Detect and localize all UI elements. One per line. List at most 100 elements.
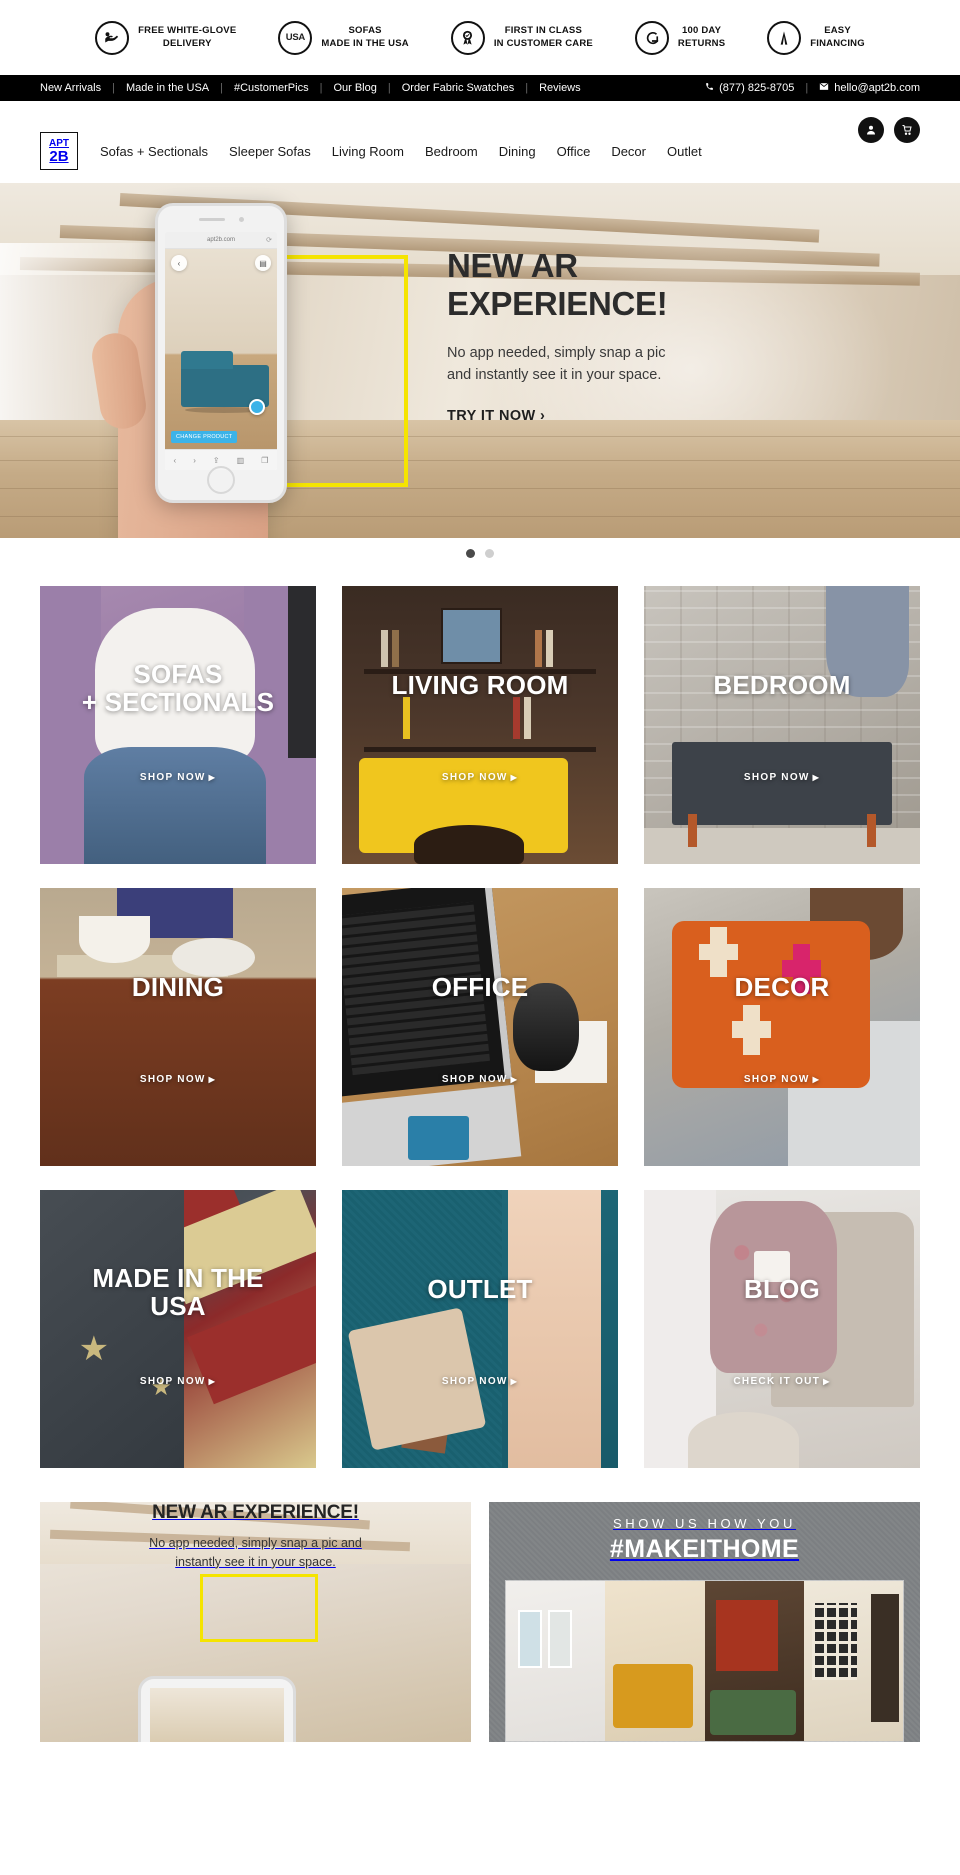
return-arrow-icon [634, 20, 669, 55]
tile-cta: SHOP NOW ▶ [139, 1376, 217, 1388]
trust-line-1: FREE WHITE-GLOVE [138, 24, 237, 36]
nav-item-sleeper-sofas[interactable]: Sleeper Sofas [229, 144, 311, 159]
util-link-new-arrivals[interactable]: New Arrivals [40, 82, 112, 94]
tile-label: BLOG [744, 1274, 820, 1305]
tile-image [342, 888, 618, 1166]
tile-cta: SHOP NOW ▶ [441, 1376, 519, 1388]
trust-badge-customer-care: FIRST IN CLASS IN CUSTOMER CARE [450, 20, 593, 55]
util-link-reviews[interactable]: Reviews [528, 82, 592, 94]
tile-cta: SHOP NOW ▶ [441, 1074, 519, 1086]
category-tile-dining[interactable]: DINING SHOP NOW ▶ [40, 888, 316, 1166]
back-arrow-icon: ‹ [171, 255, 187, 271]
util-link-our-blog[interactable]: Our Blog [322, 82, 387, 94]
utility-nav-bar: New Arrivals | Made in the USA | #Custom… [0, 75, 960, 101]
util-link-customerpics[interactable]: #CustomerPics [223, 82, 320, 94]
phone-icon [705, 82, 714, 94]
category-tile-bedroom[interactable]: BEDROOM SHOP NOW ▶ [644, 586, 920, 864]
email-link[interactable]: hello@apt2b.com [808, 82, 920, 94]
phone-number: (877) 825-8705 [719, 82, 795, 94]
trust-badge-returns: 100 DAY RETURNS [634, 20, 725, 55]
tile-image [644, 1190, 920, 1468]
envelope-icon [819, 82, 829, 94]
carousel-dot-1[interactable] [466, 548, 475, 558]
carousel-dot-2[interactable] [485, 548, 494, 558]
hero-copy-block: NEW AR EXPERIENCE! No app needed, simply… [447, 247, 847, 425]
trust-line-2: DELIVERY [162, 37, 212, 49]
util-link-made-in-the-usa[interactable]: Made in the USA [115, 82, 220, 94]
nav-item-bedroom[interactable]: Bedroom [425, 144, 478, 159]
trust-badge-customer-care-text: FIRST IN CLASS IN CUSTOMER CARE [494, 25, 593, 50]
trust-badge-delivery: FREE WHITE-GLOVE DELIVERY [95, 20, 236, 55]
trust-badge-delivery-text: FREE WHITE-GLOVE DELIVERY [138, 25, 236, 50]
category-tile-made-in-the-usa[interactable]: ★ ★ MADE IN THE USA SHOP NOW ▶ [40, 1190, 316, 1468]
tile-cta: SHOP NOW ▶ [441, 772, 519, 784]
ar-experience-promo-panel[interactable]: NEW AR EXPERIENCE! No app needed, simply… [40, 1502, 471, 1742]
header-nav-row: APT 2B Sofas + Sectionals Sleeper Sofas … [40, 132, 920, 183]
customer-photo [704, 1581, 804, 1741]
hero-subtitle: No app needed, simply snap a pic and ins… [447, 344, 666, 383]
trust-badge-returns-text: 100 DAY RETURNS [678, 25, 725, 50]
util-link-order-fabric-swatches[interactable]: Order Fabric Swatches [391, 82, 525, 94]
back-icon: ‹ [173, 455, 177, 465]
hashtag-panel-supertitle: SHOW US HOW YOU [612, 1516, 797, 1531]
usa-badge-icon: USA [278, 20, 313, 55]
phone-url-bar: apt2b.com ⟳ [165, 232, 277, 249]
nav-item-decor[interactable]: Decor [611, 144, 646, 159]
nav-item-dining[interactable]: Dining [499, 144, 536, 159]
phone-link[interactable]: (877) 825-8705 [694, 82, 805, 94]
trust-line-2: RETURNS [677, 37, 726, 49]
tile-label: SOFAS + SECTIONALS [81, 659, 275, 717]
user-account-icon[interactable] [858, 117, 884, 143]
utility-contact: (877) 825-8705 | hello@apt2b.com [694, 82, 920, 94]
tile-label: MADE IN THE USA [92, 1263, 264, 1321]
category-tile-blog[interactable]: BLOG CHECK IT OUT ▶ [644, 1190, 920, 1468]
trust-line-2: IN CUSTOMER CARE [493, 37, 593, 49]
ar-panel-subtitle: No app needed, simply snap a pic and ins… [149, 1536, 362, 1569]
tile-cta: SHOP NOW ▶ [139, 1074, 217, 1086]
white-glove-delivery-icon [95, 20, 130, 55]
phone-url-text: apt2b.com [206, 237, 236, 243]
nav-item-office[interactable]: Office [557, 144, 591, 159]
nav-item-outlet[interactable]: Outlet [667, 144, 702, 159]
hashtag-panel-hashtag: #MAKEITHOME [609, 1535, 800, 1563]
tile-label: DECOR [734, 972, 830, 1003]
category-tile-sofas-sectionals[interactable]: SOFAS + SECTIONALS SHOP NOW ▶ [40, 586, 316, 864]
phone-home-button [207, 466, 235, 494]
phone-ar-view: ‹ ▤ CHANGE PRODUCT [165, 249, 277, 449]
trust-line-1: SOFAS [348, 24, 382, 36]
ar-panel-title: NEW AR EXPERIENCE! [152, 1502, 359, 1523]
tile-label: DINING [131, 972, 225, 1003]
category-tile-decor[interactable]: DECOR SHOP NOW ▶ [644, 888, 920, 1166]
email-address: hello@apt2b.com [834, 82, 920, 94]
header-action-buttons [858, 117, 920, 143]
tile-label: OFFICE [431, 972, 529, 1003]
tile-image [644, 586, 920, 864]
tile-label: LIVING ROOM [391, 670, 569, 701]
category-tile-living-room[interactable]: LIVING ROOM SHOP NOW ▶ [342, 586, 618, 864]
hero-cta-link[interactable]: TRY IT NOW › [447, 408, 545, 424]
tile-image [644, 888, 920, 1166]
trust-badge-financing-text: EASY FINANCING [810, 25, 865, 50]
tile-label: BEDROOM [713, 670, 851, 701]
tile-image [342, 1190, 618, 1468]
category-tile-office[interactable]: OFFICE SHOP NOW ▶ [342, 888, 618, 1166]
shopping-cart-icon[interactable] [894, 117, 920, 143]
ar-yellow-frame [200, 1574, 318, 1642]
reload-icon: ⟳ [266, 237, 272, 244]
nav-item-living-room[interactable]: Living Room [332, 144, 404, 159]
tile-label: OUTLET [427, 1274, 533, 1305]
makeithome-promo-panel[interactable]: SHOW US HOW YOU #MAKEITHOME [489, 1502, 920, 1742]
ar-panel-copy: NEW AR EXPERIENCE! No app needed, simply… [40, 1502, 471, 1572]
ar-pin-icon [249, 399, 265, 415]
customer-photo-strip [505, 1580, 904, 1742]
trust-badge-made-in-usa: USA SOFAS MADE IN THE USA [278, 20, 409, 55]
tabs-icon: ❐ [261, 455, 269, 465]
site-logo[interactable]: APT 2B [40, 132, 78, 170]
logo-text-top: APT [49, 137, 69, 149]
nav-item-sofas-sectionals[interactable]: Sofas + Sectionals [100, 144, 208, 159]
customer-photo [605, 1581, 705, 1741]
category-tile-outlet[interactable]: OUTLET SHOP NOW ▶ [342, 1190, 618, 1468]
logo-text-bottom: 2B [49, 147, 69, 165]
hero-banner[interactable]: apt2b.com ⟳ ‹ ▤ CHANGE PRODUCT ‹ › ⇪ ▥ ❐… [0, 183, 960, 538]
trust-badge-financing: EASY FINANCING [767, 20, 865, 55]
